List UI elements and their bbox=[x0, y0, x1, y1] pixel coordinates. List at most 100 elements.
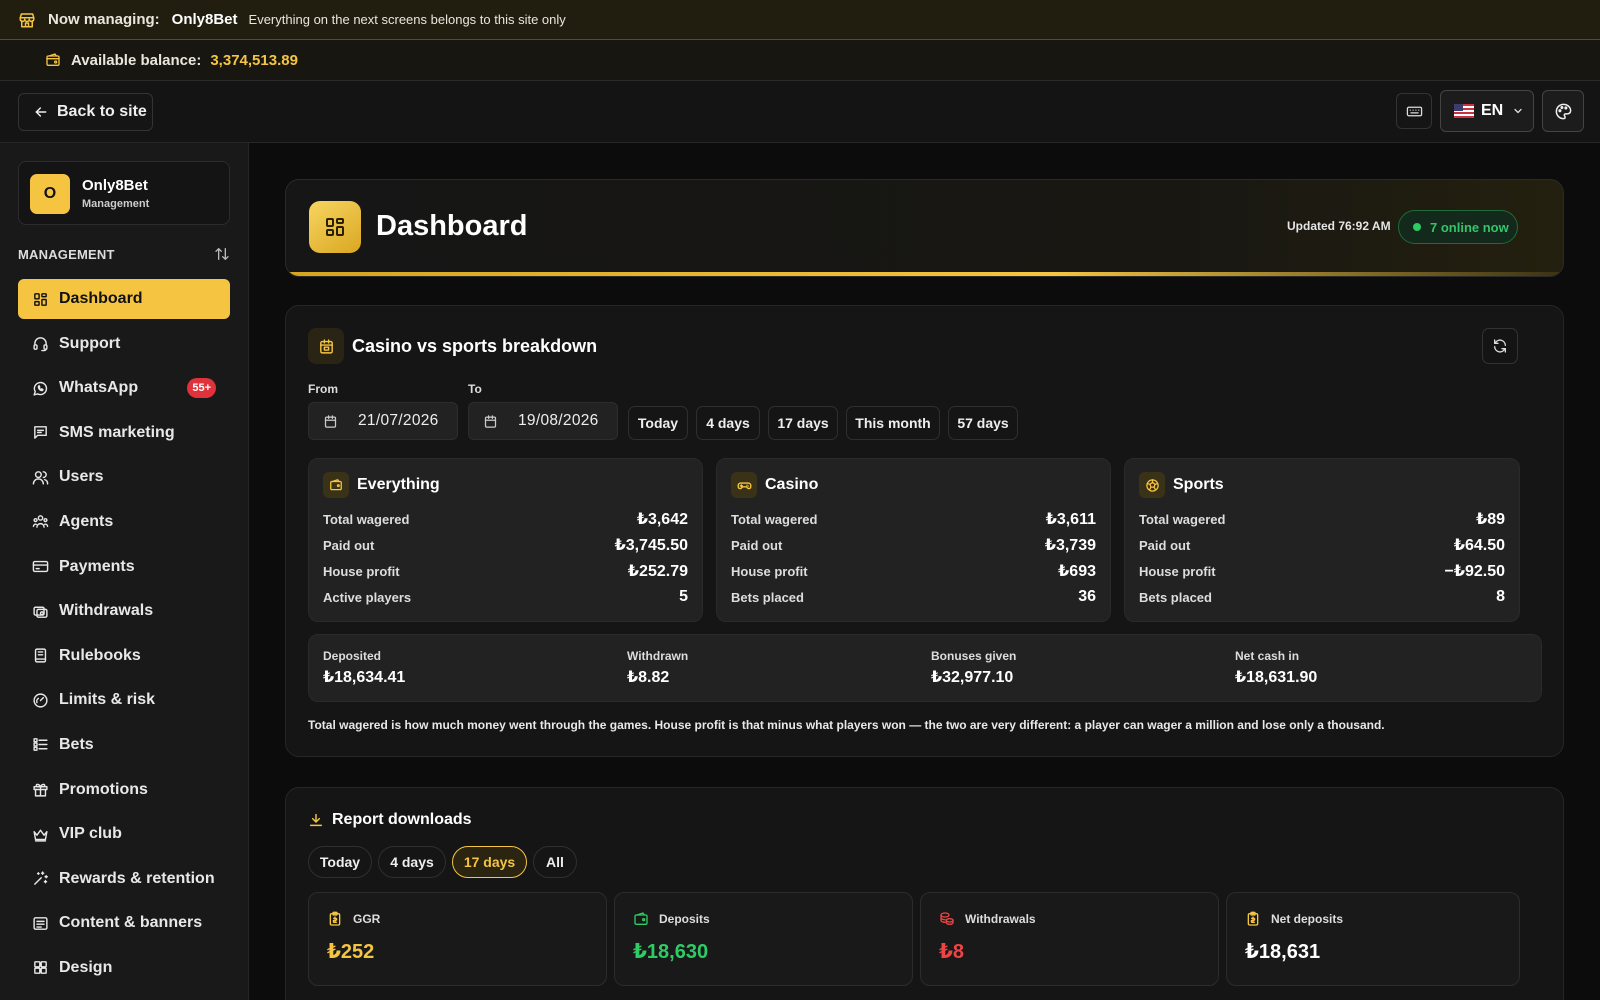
range-today-button[interactable]: Today bbox=[628, 406, 688, 440]
sidebar-item-withdrawals[interactable]: Withdrawals bbox=[18, 591, 230, 631]
sidebar-item-label: SMS marketing bbox=[59, 423, 175, 441]
sidebar-item-dashboard[interactable]: Dashboard bbox=[18, 279, 230, 319]
sidebar-item-label: Rewards & retention bbox=[59, 869, 215, 887]
to-label: To bbox=[468, 382, 482, 396]
card-icon bbox=[32, 558, 59, 575]
language-select[interactable]: EN bbox=[1440, 90, 1534, 132]
balance-label: Available balance: bbox=[71, 51, 202, 69]
range-17-days-button[interactable]: 17 days bbox=[768, 406, 838, 440]
design-icon bbox=[32, 959, 59, 976]
whatsapp-unread-badge: 55+ bbox=[187, 378, 216, 399]
report-range-today[interactable]: Today bbox=[308, 846, 372, 878]
calendar-icon bbox=[323, 414, 358, 429]
calendar-icon bbox=[483, 414, 518, 429]
sidebar-item-agents[interactable]: Agents bbox=[18, 502, 230, 542]
message-icon bbox=[32, 424, 59, 441]
online-count: 7 online now bbox=[1430, 219, 1509, 235]
dashboard-icon bbox=[309, 201, 361, 253]
row-value: ₺89 bbox=[1476, 511, 1505, 528]
row-value: ₺252.79 bbox=[627, 563, 688, 580]
whatsapp-icon bbox=[32, 380, 59, 397]
range-57-days-button[interactable]: 57 days bbox=[948, 406, 1018, 440]
content-icon bbox=[32, 915, 59, 932]
list-icon bbox=[32, 736, 59, 753]
summary-header: Sports bbox=[1139, 472, 1224, 498]
breakdown-card: Casino vs sports breakdown From To 21/07… bbox=[285, 305, 1564, 757]
sidebar-item-whatsapp[interactable]: WhatsApp 55+ bbox=[18, 368, 230, 408]
sidebar-item-content-banners[interactable]: Content & banners bbox=[18, 903, 230, 943]
range-4-days-button[interactable]: 4 days bbox=[696, 406, 760, 440]
summary-row: Total wagered ₺89 bbox=[1139, 509, 1505, 529]
sidebar-item-design[interactable]: Design bbox=[18, 948, 230, 988]
breakdown-title: Casino vs sports breakdown bbox=[352, 335, 598, 356]
report-card-ggr[interactable]: GGR ₺252 bbox=[308, 892, 607, 986]
range-this-month-button[interactable]: This month bbox=[846, 406, 940, 440]
balance-banner: Available balance: 3,374,513.89 bbox=[0, 40, 1600, 81]
report-card-withdrawals[interactable]: Withdrawals ₺8 bbox=[920, 892, 1219, 986]
row-value: ₺3,611 bbox=[1045, 511, 1096, 528]
refresh-button[interactable] bbox=[1482, 328, 1518, 364]
flow-label: Net cash in bbox=[1235, 649, 1300, 663]
report-value: ₺252 bbox=[327, 941, 375, 963]
users-icon bbox=[32, 469, 59, 486]
summary-row: House profit ₺693 bbox=[731, 561, 1096, 581]
from-date-value: 21/07/2026 bbox=[358, 412, 439, 429]
palette-icon bbox=[1554, 102, 1573, 121]
sidebar: O Only8Bet Management MANAGEMENT Dashboa… bbox=[0, 143, 249, 1000]
sidebar-item-label: Agents bbox=[59, 512, 114, 530]
row-value: ₺3,745.50 bbox=[614, 537, 688, 554]
sidebar-item-bets[interactable]: Bets bbox=[18, 725, 230, 765]
summary-row: House profit −₺92.50 bbox=[1139, 561, 1505, 581]
sidebar-item-users[interactable]: Users bbox=[18, 457, 230, 497]
to-date-input[interactable]: 19/08/2026 bbox=[468, 402, 618, 440]
sidebar-item-payments[interactable]: Payments bbox=[18, 547, 230, 587]
flow-value: ₺18,634.41 bbox=[323, 669, 406, 686]
report-card-net-deposits[interactable]: Net deposits ₺18,631 bbox=[1226, 892, 1520, 986]
sidebar-item-limits-risk[interactable]: Limits & risk bbox=[18, 680, 230, 720]
keyboard-shortcuts-button[interactable] bbox=[1396, 93, 1432, 129]
report-label-text: Withdrawals bbox=[965, 912, 1036, 926]
page-title: Dashboard bbox=[376, 210, 528, 242]
breakdown-header: Casino vs sports breakdown bbox=[308, 328, 597, 364]
managed-site-name: Only8Bet bbox=[171, 11, 238, 28]
sidebar-item-sms-marketing[interactable]: SMS marketing bbox=[18, 413, 230, 453]
theme-button[interactable] bbox=[1542, 90, 1584, 132]
row-label: Paid out bbox=[1139, 537, 1191, 553]
grid-icon bbox=[32, 291, 59, 308]
online-status-badge: 7 online now bbox=[1398, 210, 1518, 244]
header-accent-bar bbox=[286, 272, 1563, 276]
back-to-site-button[interactable]: Back to site bbox=[18, 93, 153, 131]
summary-row: Paid out ₺3,739 bbox=[731, 535, 1096, 555]
breakdown-footnote: Total wagered is how much money went thr… bbox=[308, 718, 1385, 732]
top-bar: Back to site EN bbox=[0, 81, 1600, 143]
summary-title: Casino bbox=[765, 476, 819, 493]
section-title: MANAGEMENT bbox=[18, 246, 115, 262]
sidebar-item-label: VIP club bbox=[59, 825, 122, 843]
report-range-all[interactable]: All bbox=[533, 846, 577, 878]
report-range-17-days[interactable]: 17 days bbox=[452, 846, 527, 878]
sidebar-item-promotions[interactable]: Promotions bbox=[18, 770, 230, 810]
sidebar-item-vip-club[interactable]: VIP club bbox=[18, 814, 230, 854]
sidebar-item-support[interactable]: Support bbox=[18, 324, 230, 364]
report-card-deposits[interactable]: Deposits ₺18,630 bbox=[614, 892, 913, 986]
row-label: Total wagered bbox=[1139, 511, 1226, 527]
summary-row: Bets placed 8 bbox=[1139, 587, 1505, 607]
from-date-input[interactable]: 21/07/2026 bbox=[308, 402, 458, 440]
main-content: Dashboard Updated 76:92 AM 7 online now … bbox=[249, 143, 1600, 1000]
flow-label: Deposited bbox=[323, 649, 382, 663]
dashboard-header: Dashboard Updated 76:92 AM 7 online now bbox=[285, 179, 1564, 277]
refresh-icon bbox=[1492, 338, 1508, 354]
site-switcher[interactable]: O Only8Bet Management bbox=[18, 161, 230, 225]
summary-row: House profit ₺252.79 bbox=[323, 561, 688, 581]
download-icon bbox=[308, 812, 332, 828]
sidebar-item-label: Users bbox=[59, 468, 104, 486]
sidebar-item-rewards-retention[interactable]: Rewards & retention bbox=[18, 859, 230, 899]
report-label: Withdrawals bbox=[939, 911, 1036, 927]
report-range-4-days[interactable]: 4 days bbox=[378, 846, 446, 878]
from-label: From bbox=[308, 382, 338, 396]
site-name: Only8Bet bbox=[82, 177, 148, 194]
wallet-icon bbox=[323, 472, 349, 498]
sort-toggle-icon[interactable] bbox=[214, 246, 230, 262]
row-value: ₺693 bbox=[1058, 563, 1096, 580]
sidebar-item-rulebooks[interactable]: Rulebooks bbox=[18, 636, 230, 676]
